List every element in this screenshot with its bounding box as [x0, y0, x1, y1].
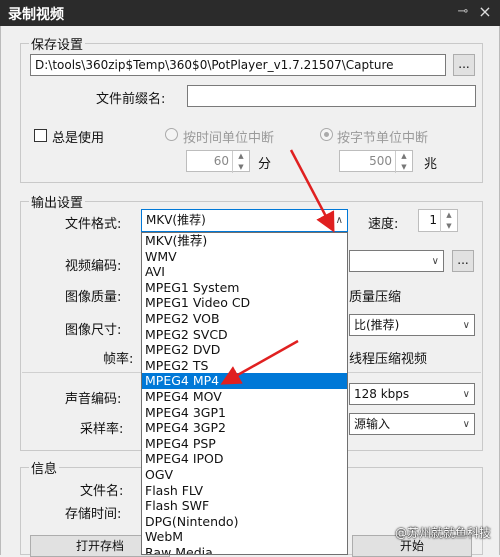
byte-spinner[interactable]: 500 ▲ ▼ — [339, 150, 413, 173]
dropdown-item[interactable]: WebM — [142, 529, 347, 545]
format-select[interactable]: MKV(推荐) ∧ — [141, 209, 348, 232]
save-settings-label: 保存设置 — [29, 34, 86, 53]
dropdown-item[interactable]: WMV — [142, 249, 347, 265]
spin-down-icon[interactable]: ▼ — [395, 162, 412, 173]
speed-value: 1 — [429, 213, 437, 227]
image-size-label: 图像尺寸: — [65, 323, 122, 338]
dropdown-item[interactable]: MPEG4 IPOD — [142, 451, 347, 467]
dropdown-item[interactable]: MPEG2 VOB — [142, 311, 347, 327]
chevron-up-icon: ∧ — [335, 215, 343, 226]
time-unit: 分 — [258, 157, 272, 172]
prefix-label: 文件前缀名: — [96, 92, 166, 107]
speed-label: 速度: — [368, 217, 399, 232]
dropdown-item[interactable]: Raw Media — [142, 545, 347, 554]
format-dropdown-list[interactable]: MKV(推荐) WMV AVI MPEG1 System MPEG1 Video CD M… — [141, 232, 348, 555]
dropdown-item[interactable]: MPEG4 3GP2 — [142, 420, 347, 436]
prefix-input[interactable] — [187, 85, 476, 107]
video-codec-label: 视频编码: — [65, 259, 122, 274]
close-icon[interactable]: × — [476, 3, 494, 21]
watermark: @苏州就就鱼科技 — [395, 526, 492, 540]
time-value: 60 — [213, 154, 229, 168]
audio-bitrate-select[interactable]: 128 kbps ∨ — [349, 383, 475, 405]
storage-time-label: 存储时间: — [65, 507, 122, 522]
video-codec-settings-button[interactable]: ... — [452, 250, 474, 272]
dropdown-item-selected[interactable]: MPEG4 MP4 — [142, 373, 347, 389]
dropdown-item[interactable]: MPEG1 Video CD — [142, 295, 347, 311]
pin-icon[interactable]: ⊸ — [455, 4, 471, 20]
time-spinner[interactable]: 60 ▲ ▼ — [186, 150, 250, 173]
format-selected-value: MKV(推荐) — [146, 213, 206, 227]
time-split-label: 按时间单位中断 — [183, 131, 275, 146]
dropdown-item[interactable]: MPEG4 3GP1 — [142, 405, 347, 421]
chevron-down-icon: ∨ — [431, 256, 439, 267]
chevron-down-icon: ∨ — [462, 419, 470, 430]
byte-split-radio[interactable] — [320, 128, 333, 141]
spin-up-icon[interactable]: ▲ — [440, 210, 457, 221]
chevron-down-icon: ∨ — [462, 320, 470, 331]
video-codec-select[interactable]: ∨ — [349, 250, 444, 272]
time-split-radio[interactable] — [165, 128, 178, 141]
audio-bitrate-value: 128 kbps — [354, 387, 410, 401]
byte-split-label: 按字节单位中断 — [337, 131, 429, 146]
audio-codec-label: 声音编码: — [65, 392, 122, 407]
dropdown-item[interactable]: MPEG2 DVD — [142, 342, 347, 358]
dropdown-item[interactable]: MPEG2 SVCD — [142, 327, 347, 343]
quality-option-label: 质量压缩 — [349, 290, 402, 305]
dropdown-item[interactable]: MPEG4 MOV — [142, 389, 347, 405]
multithread-label: 线程压缩视频 — [349, 352, 428, 367]
save-path-field[interactable]: D:\tools\360zip$Temp\360$0\PotPlayer_v1.… — [30, 54, 446, 76]
dropdown-item[interactable]: DPG(Nintendo) — [142, 514, 347, 530]
spin-up-icon[interactable]: ▲ — [395, 151, 412, 162]
sample-rate-label: 采样率: — [80, 422, 124, 437]
byte-unit: 兆 — [424, 157, 438, 172]
spin-up-icon[interactable]: ▲ — [232, 151, 249, 162]
dropdown-item[interactable]: MPEG1 System — [142, 280, 347, 296]
frame-rate-label: 帧率: — [103, 352, 134, 367]
always-use-label: 总是使用 — [52, 131, 105, 146]
filename-label: 文件名: — [80, 484, 124, 499]
spin-down-icon[interactable]: ▼ — [232, 162, 249, 173]
output-settings-label: 输出设置 — [29, 192, 86, 211]
chevron-down-icon: ∨ — [462, 389, 470, 400]
dropdown-item[interactable]: Flash SWF — [142, 498, 347, 514]
dropdown-item[interactable]: MKV(推荐) — [142, 233, 347, 249]
image-size-select[interactable]: 比(推荐) ∨ — [349, 314, 475, 336]
spin-down-icon[interactable]: ▼ — [440, 221, 457, 232]
dropdown-item[interactable]: OGV — [142, 467, 347, 483]
dropdown-item[interactable]: Flash FLV — [142, 483, 347, 499]
window-title: 录制视频 — [8, 7, 64, 23]
dropdown-item[interactable]: MPEG4 PSP — [142, 436, 347, 452]
image-quality-label: 图像质量: — [65, 290, 122, 305]
dropdown-item[interactable]: MPEG2 TS — [142, 358, 347, 374]
format-label: 文件格式: — [65, 217, 122, 232]
sample-rate-select[interactable]: 源输入 ∨ — [349, 413, 475, 435]
byte-value: 500 — [369, 154, 392, 168]
dropdown-item[interactable]: AVI — [142, 264, 347, 280]
always-use-checkbox[interactable] — [34, 129, 47, 142]
image-size-value: 比(推荐) — [354, 318, 400, 332]
title-bar: 录制视频 ⊸ × — [0, 0, 500, 26]
info-label: 信息 — [29, 458, 60, 477]
sample-rate-value: 源输入 — [354, 417, 391, 431]
speed-spinner[interactable]: 1 ▲ ▼ — [418, 209, 458, 232]
browse-path-button[interactable]: ... — [453, 54, 475, 76]
